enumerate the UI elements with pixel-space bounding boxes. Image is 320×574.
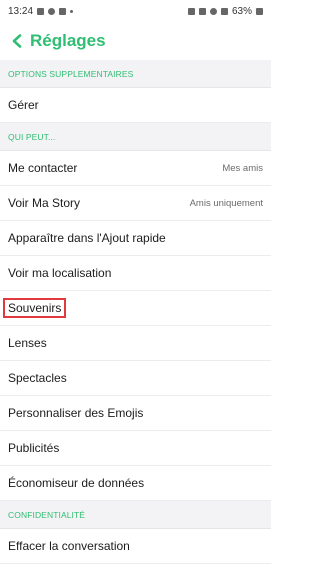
settings-item-economiseur[interactable]: Économiseur de données — [0, 466, 271, 501]
status-right: 63% — [187, 5, 263, 17]
settings-item-emojis[interactable]: Personnaliser des Emojis — [0, 396, 271, 431]
item-label: Apparaître dans l'Ajout rapide — [8, 231, 166, 245]
item-label: Personnaliser des Emojis — [8, 406, 144, 420]
status-bar: 13:24 63% — [0, 0, 271, 22]
battery-level: 63% — [231, 5, 252, 17]
settings-item-me-contacter[interactable]: Me contacter Mes amis — [0, 151, 271, 186]
alarm-icon — [187, 7, 195, 15]
battery-icon — [256, 7, 263, 15]
settings-item-ajout-rapide[interactable]: Apparaître dans l'Ajout rapide — [0, 221, 271, 256]
settings-item-publicites[interactable]: Publicités — [0, 431, 271, 466]
section-header-qui-peut: QUI PEUT... — [0, 123, 271, 151]
signal-icon — [220, 7, 228, 15]
wifi-icon — [209, 7, 217, 15]
settings-item-localisation[interactable]: Voir ma localisation — [0, 256, 271, 291]
settings-list: OPTIONS SUPPLEMENTAIRES Gérer QUI PEUT..… — [0, 60, 271, 564]
section-header-confidentialite: CONFIDENTIALITÉ — [0, 501, 271, 529]
notification-icon — [59, 7, 67, 15]
item-label: Voir ma localisation — [8, 266, 112, 280]
status-time: 13:24 — [8, 5, 34, 17]
item-label-highlighted: Souvenirs — [3, 298, 67, 318]
item-label: Me contacter — [8, 161, 78, 175]
item-label: Publicités — [8, 441, 60, 455]
item-value: Mes amis — [222, 162, 263, 174]
item-label: Lenses — [8, 336, 47, 350]
page-title: Réglages — [30, 31, 106, 50]
settings-item-lenses[interactable]: Lenses — [0, 326, 271, 361]
settings-item-effacer-conversation[interactable]: Effacer la conversation — [0, 529, 271, 564]
settings-item-souvenirs[interactable]: Souvenirs — [0, 291, 271, 326]
item-label: Voir Ma Story — [8, 196, 81, 210]
item-value: Amis uniquement — [189, 197, 263, 209]
settings-item-spectacles[interactable]: Spectacles — [0, 361, 271, 396]
status-left: 13:24 — [8, 5, 74, 17]
item-label: Effacer la conversation — [8, 539, 130, 553]
section-header-options: OPTIONS SUPPLEMENTAIRES — [0, 60, 271, 88]
whatsapp-icon — [48, 7, 56, 15]
header: Réglages — [0, 22, 271, 60]
mute-icon — [198, 7, 206, 15]
gallery-icon — [37, 7, 45, 15]
more-notifications-icon — [70, 9, 74, 13]
back-arrow-icon[interactable] — [6, 30, 28, 52]
item-label: Spectacles — [8, 371, 67, 385]
settings-item-voir-ma-story[interactable]: Voir Ma Story Amis uniquement — [0, 186, 271, 221]
item-label: Gérer — [8, 98, 39, 112]
item-label: Économiseur de données — [8, 476, 145, 490]
settings-item-gerer[interactable]: Gérer — [0, 88, 271, 123]
